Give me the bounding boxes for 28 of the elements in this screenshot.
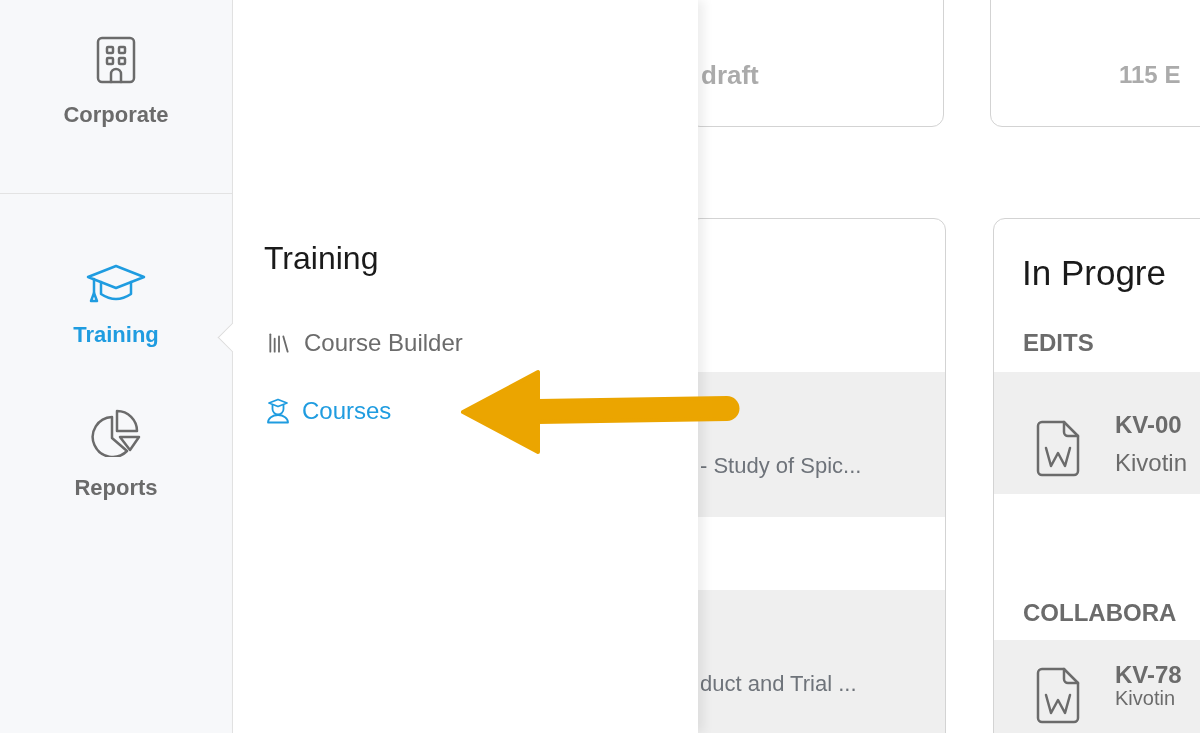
student-icon — [266, 398, 290, 424]
summary-text: 115 E — [1119, 60, 1182, 90]
section-heading: COLLABORA — [1022, 598, 1178, 628]
document-id: KV-78 — [1115, 662, 1182, 688]
sidebar-item[interactable]: Reports — [74, 409, 158, 502]
word-document-icon — [1035, 667, 1081, 724]
document-id: KV-00 — [1115, 412, 1183, 438]
course-title: duct and Trial ... — [700, 673, 858, 695]
section-heading: EDITS — [1022, 328, 1095, 358]
sidebar-item[interactable]: Training — [73, 264, 159, 349]
summary-text: draft — [701, 59, 760, 91]
flyout-title: Training — [264, 239, 380, 278]
course-row[interactable]: - Study of Spic... — [698, 372, 945, 517]
card-title: In Progre — [1021, 252, 1167, 294]
flyout-menu-item[interactable]: Courses — [266, 391, 392, 431]
document-subtitle: Kivotin — [1115, 450, 1188, 476]
course-title: - Study of Spic... — [700, 455, 863, 477]
document-subtitle: Kivotin — [1115, 688, 1177, 708]
document-row[interactable]: KV-00 Kivotin — [994, 372, 1200, 494]
building-icon — [96, 36, 136, 84]
sidebar-item[interactable]: Corporate — [63, 36, 169, 193]
books-icon — [266, 330, 292, 356]
graduation-cap-icon — [86, 264, 146, 304]
word-document-icon — [1035, 420, 1081, 477]
pie-chart-icon — [91, 409, 141, 457]
flyout-menu-item[interactable]: Course Builder — [266, 323, 463, 363]
document-row[interactable]: KV-78 Kivotin — [994, 640, 1200, 733]
course-row[interactable]: duct and Trial ... — [698, 590, 945, 733]
